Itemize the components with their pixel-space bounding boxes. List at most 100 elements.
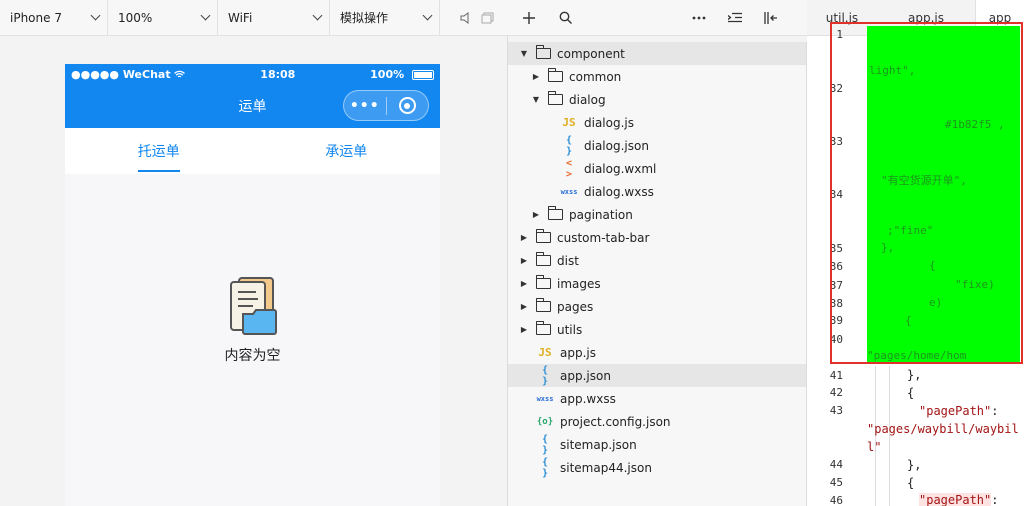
tree-item-label: dialog.wxss	[584, 184, 654, 199]
json-colon: :	[991, 493, 999, 506]
target-icon	[398, 97, 416, 114]
line-number: 44	[829, 458, 843, 471]
tree-file[interactable]: JS app.js	[508, 341, 806, 364]
folder-icon	[536, 275, 551, 289]
tab-consignment[interactable]: 托运单	[65, 128, 253, 174]
folder-icon	[536, 321, 551, 335]
folder-icon	[548, 68, 563, 82]
tree-item-label: app.json	[560, 368, 611, 383]
json-file-icon: { }	[565, 134, 573, 157]
tree-folder[interactable]: ▶ custom-tab-bar	[508, 226, 806, 249]
panel-toggle-icon[interactable]	[760, 0, 782, 36]
explorer-toolbar	[508, 0, 807, 36]
tree-item-label: dist	[557, 253, 579, 268]
mode-select[interactable]: 模拟操作	[330, 0, 440, 36]
zoom-select-value: 100%	[118, 10, 153, 25]
mode-select-value: 模拟操作	[340, 11, 389, 25]
more-button[interactable]: •••	[344, 98, 386, 114]
device-select-value: iPhone 7	[10, 10, 62, 25]
battery-percent: 100%	[370, 67, 405, 81]
tree-file[interactable]: wxss dialog.wxss	[508, 180, 806, 203]
carrier-label: ●●●●● WeChat	[71, 67, 171, 81]
caret-down-icon[interactable]: ▼	[530, 95, 542, 104]
detach-window-icon[interactable]	[476, 0, 498, 36]
caret-right-icon[interactable]: ▶	[518, 279, 530, 288]
status-bar: ●●●●● WeChat 18:08 100%	[65, 64, 440, 84]
wxml-file-icon: < >	[565, 157, 573, 180]
folder-icon	[536, 298, 551, 312]
file-explorer: ▼ component ▶ common ▼ dialog JS dialog.js { } di…	[508, 42, 807, 506]
line-number: 45	[829, 476, 843, 489]
tree-item-label: common	[569, 69, 622, 84]
tree-item-label: dialog.json	[584, 138, 649, 153]
tree-folder[interactable]: ▶ images	[508, 272, 806, 295]
battery-icon	[411, 69, 434, 80]
tree-item-label: dialog.wxml	[584, 161, 657, 176]
tree-item-label: pages	[557, 299, 594, 314]
tree-file[interactable]: { } dialog.json	[508, 134, 806, 157]
folder-open-icon	[548, 91, 563, 105]
tree-file[interactable]: < > dialog.wxml	[508, 157, 806, 180]
tree-item-label: images	[557, 276, 601, 291]
add-icon[interactable]	[518, 0, 540, 36]
caret-right-icon[interactable]: ▶	[518, 302, 530, 311]
folder-icon	[536, 252, 551, 266]
code-line: },	[907, 368, 922, 382]
js-file-icon: JS	[562, 116, 576, 129]
tree-folder[interactable]: ▼ component	[508, 42, 806, 65]
tree-item-label: sitemap44.json	[560, 460, 652, 475]
code-line: },	[907, 458, 922, 472]
line-number: 43	[829, 404, 843, 417]
search-icon[interactable]	[554, 0, 576, 36]
caret-down-icon[interactable]: ▼	[518, 49, 530, 58]
tree-folder[interactable]: ▼ dialog	[508, 88, 806, 111]
tree-folder[interactable]: ▶ pagination	[508, 203, 806, 226]
page-title: 运单	[238, 99, 267, 115]
tree-file[interactable]: { } sitemap.json	[508, 433, 806, 456]
tree-folder[interactable]: ▶ common	[508, 65, 806, 88]
caret-right-icon[interactable]: ▶	[518, 325, 530, 334]
device-select[interactable]: iPhone 7	[0, 0, 108, 36]
tree-item-label: app.wxss	[560, 391, 616, 406]
tree-file[interactable]: JS dialog.js	[508, 111, 806, 134]
tab-carrier[interactable]: 承运单	[253, 128, 441, 174]
tree-folder[interactable]: ▶ utils	[508, 318, 806, 341]
tree-item-label: project.config.json	[560, 414, 671, 429]
more-icon[interactable]	[688, 0, 710, 36]
tree-folder[interactable]: ▶ pages	[508, 295, 806, 318]
folder-open-icon	[536, 45, 551, 59]
caret-right-icon[interactable]: ▶	[530, 210, 542, 219]
zoom-select[interactable]: 100%	[108, 0, 218, 36]
code-line: "pagePath":	[919, 404, 998, 418]
line-number: 46	[829, 494, 843, 506]
tree-file[interactable]: wxss app.wxss	[508, 387, 806, 410]
tree-file[interactable]: { } sitemap44.json	[508, 456, 806, 479]
caret-right-icon[interactable]: ▶	[530, 72, 542, 81]
nav-bar: 运单 •••	[65, 84, 440, 128]
mute-icon[interactable]	[454, 0, 476, 36]
wifi-icon	[174, 70, 186, 78]
network-select-value: WiFi	[228, 10, 253, 25]
json-file-icon: { }	[541, 456, 549, 479]
chevron-down-icon	[200, 10, 211, 21]
menu-capsule: •••	[343, 90, 429, 121]
close-miniprogram-button[interactable]	[387, 97, 429, 114]
indent-guide	[889, 366, 890, 506]
tree-item-label: utils	[557, 322, 583, 337]
tree-folder[interactable]: ▶ dist	[508, 249, 806, 272]
folder-icon	[548, 206, 563, 220]
json-file-icon: { }	[541, 433, 549, 456]
caret-right-icon[interactable]: ▶	[518, 256, 530, 265]
caret-right-icon[interactable]: ▶	[518, 233, 530, 242]
network-select[interactable]: WiFi	[218, 0, 330, 36]
tree-file[interactable]: { } app.json	[508, 364, 806, 387]
chevron-down-icon	[422, 10, 433, 21]
tab-bar: 托运单 承运单	[65, 128, 440, 174]
collapse-list-icon[interactable]	[724, 0, 746, 36]
tree-file[interactable]: {o} project.config.json	[508, 410, 806, 433]
annotation-box	[830, 22, 1023, 364]
code-line: "pagePath":	[919, 493, 998, 506]
simulator-panel: ●●●●● WeChat 18:08 100% 运单 ••• 托运单 承运单 内…	[0, 36, 508, 506]
line-number: 42	[829, 386, 843, 399]
chevron-down-icon	[312, 10, 323, 21]
